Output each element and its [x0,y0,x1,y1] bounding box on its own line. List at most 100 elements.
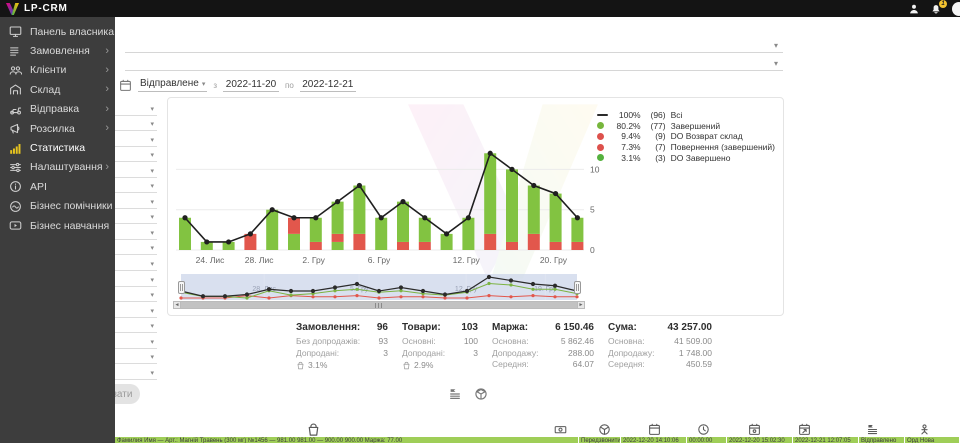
delivery-icon [8,103,22,116]
chevron-down-icon: ▾ [150,106,154,113]
upsell-badge: 3.1% [296,360,388,370]
sidebar-item-business-helpers[interactable]: Бізнес помічники [0,197,115,216]
stat-title: Замовлення:96 [296,322,388,333]
chevron-right-icon: › [105,84,109,95]
navigator-left-handle[interactable] [178,281,185,294]
svg-text:24. Лис: 24. Лис [196,255,226,265]
chevron-down-icon: ▾ [150,323,154,330]
date-to-input[interactable] [300,79,356,92]
sidebar-item-business-training[interactable]: Бізнес навчання [0,216,115,235]
sidebar-item-label: API [30,181,47,193]
stats-lines-icon[interactable] [866,423,879,436]
warehouse-icon [8,83,22,96]
filter-select-products[interactable]: ▾ [125,55,783,71]
from-word: з [213,81,217,90]
statistics-chart-card: 051024. Лис28. Лис2. Гру6. Гру12. Гру20.… [167,97,784,316]
scroll-left-arrow-icon[interactable]: ◄ [173,301,181,309]
video-icon [8,219,22,232]
sidebar-item-shipping[interactable]: Відправка› [0,100,115,119]
summary-stats-row: Замовлення:96Без допродажів:93Допродані:… [296,322,712,371]
chevron-down-icon: ▾ [150,199,154,206]
svg-text:28. Лис: 28. Лис [245,255,275,265]
calendar-icon[interactable] [648,423,661,436]
table-cell[interactable]: 2022-12-20 14:10:06 [621,437,687,443]
stat-column: Замовлення:96 Без допродажів:93Допродані:… [296,322,388,371]
chevron-down-icon: ▾ [774,60,778,68]
chevron-down-icon: ▾ [150,245,154,252]
legend-item[interactable]: 100%(96)Всі [597,110,775,121]
sidebar-item-mailing[interactable]: Розсилка› [0,119,115,138]
table-cell[interactable]: 2022-12-21 12:07:05 [793,437,859,443]
legend-marker-icon [597,154,611,161]
legend-item[interactable]: 3.1%(3)DO Завершено [597,152,775,163]
cube-icon[interactable] [474,387,488,401]
person-small-icon[interactable] [918,423,931,436]
legend-item[interactable]: 80.2%(77)Завершений [597,121,775,132]
clock-icon[interactable] [697,423,710,436]
legend-item[interactable]: 9.4%(9)DO Возврат склад [597,131,775,142]
stat-sub-row: Допродані:3 [296,348,388,360]
legend-item[interactable]: 7.3%(7)Повернення (завершений) [597,142,775,153]
scrollbar-thumb[interactable] [181,302,577,308]
sidebar-item-label: Замовлення [30,45,90,57]
sidebar-item-label: Клієнти [30,64,66,76]
chevron-down-icon: ▾ [150,214,154,221]
package-icon[interactable] [598,423,611,436]
chevron-down-icon: ▾ [150,168,154,175]
scroll-right-arrow-icon[interactable]: ► [577,301,585,309]
chart-range-navigator: 28. Лис5. Гру12. Гру19. Гру ◄ ► [173,274,585,310]
megaphone-icon [8,122,22,135]
filter-select-status[interactable]: ▾ [125,22,783,53]
navigator-chart[interactable]: 28. Лис5. Гру12. Гру19. Гру [173,274,585,301]
chevron-right-icon: › [105,65,109,76]
date-filter-row: Відправлене ▾ з по [119,76,356,94]
sidebar-item-label: Панель власника [30,26,114,38]
legend-marker-icon [597,144,611,151]
sidebar-item-label: Налаштування [30,161,103,173]
table-cell[interactable]: Передзвонити [579,437,621,443]
user-icon[interactable] [908,3,920,15]
dashboard-icon [8,25,22,38]
avatar[interactable] [952,2,960,16]
chevron-down-icon: ▾ [150,137,154,144]
calendar-send-icon[interactable] [798,423,811,436]
calendar-bell-icon[interactable] [748,423,761,436]
notifications-bell-icon[interactable]: 1 [930,3,942,15]
stat-title: Маржа:6 150.46 [492,322,594,333]
bag-icon[interactable] [306,422,321,437]
chevron-down-icon: ▾ [150,261,154,268]
money-icon[interactable] [554,423,567,436]
chart-legend: 100%(96)Всі80.2%(77)Завершений9.4%(9)DO … [597,110,775,163]
date-from-input[interactable] [223,79,279,92]
to-word: по [285,81,294,90]
clients-icon [8,64,22,77]
table-cell[interactable]: Орд Нова [905,437,960,443]
screen: LP-CRM 1 Панель власникаЗамовлення›Клієн… [0,0,960,443]
table-cell[interactable]: 00:00:00 [687,437,727,443]
orders-table-row[interactable]: Фамилия Имя — Арт.: Магній Травень (300 … [115,437,960,443]
stat-sub-row: Основні:100 [402,336,478,348]
topbar: LP-CRM 1 [0,0,960,17]
table-cell[interactable]: Фамилия Имя — Арт.: Магній Травень (300 … [115,437,579,443]
stat-title: Сума:43 257.00 [608,322,712,333]
scrollbar-track[interactable] [181,301,577,309]
table-cell[interactable]: Відправлено [859,437,905,443]
stat-sub-row: Без допродажів:93 [296,336,388,348]
legend-marker-icon [597,114,611,116]
sidebar-item-settings[interactable]: Налаштування› [0,158,115,177]
date-type-select[interactable]: Відправлене ▾ [138,78,207,92]
legend-marker-icon [597,133,611,140]
stat-sub-row: Допродані:3 [402,348,478,360]
sidebar-item-orders[interactable]: Замовлення› [0,41,115,60]
sidebar-item-warehouse[interactable]: Склад › [0,80,115,99]
list-lines-icon[interactable] [448,387,462,401]
navigator-right-handle[interactable] [574,281,581,294]
sidebar-item-owner-panel[interactable]: Панель власника [0,22,115,41]
sidebar-item-label: Склад [30,84,60,96]
chevron-down-icon: ▾ [150,308,154,315]
info-icon [8,180,22,193]
sidebar-item-clients[interactable]: Клієнти › [0,61,115,80]
sidebar-item-statistics[interactable]: Статистика [0,138,115,157]
table-cell[interactable]: 2022-12-20 15:02:30 [727,437,793,443]
sidebar-item-api[interactable]: API [0,177,115,196]
